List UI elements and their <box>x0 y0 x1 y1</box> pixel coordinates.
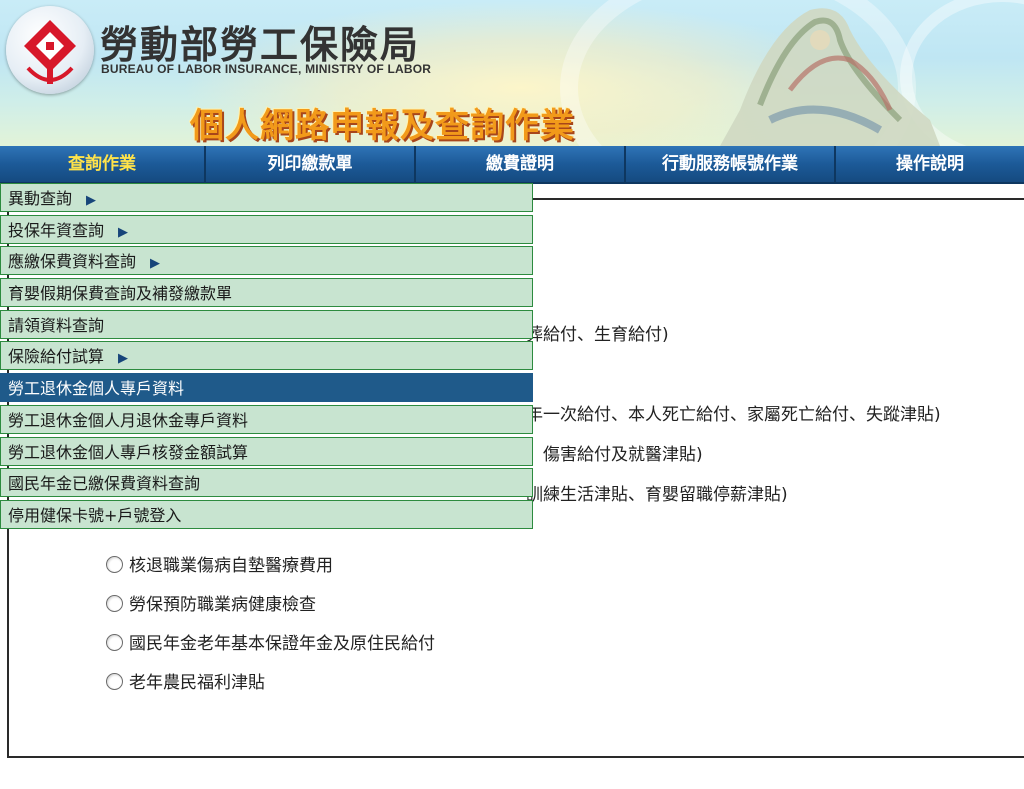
menu-item-benefit-calculation[interactable]: 保險給付試算 ▶ <box>0 341 533 371</box>
menu-item-change-query[interactable]: 異動查詢 ▶ <box>0 183 533 212</box>
menu-item-label: 投保年資查詢 <box>8 220 105 240</box>
menu-item-label: 勞工退休金個人月退休金專戶資料 <box>8 410 249 430</box>
radio-label: 核退職業傷病自墊醫療費用 <box>129 556 333 576</box>
nav-print-payment-slip[interactable]: 列印繳款單 <box>206 146 416 182</box>
submenu-arrow-icon: ▶ <box>118 224 129 240</box>
app-title: 個人網路申報及查詢作業 <box>190 106 575 146</box>
header-banner: 勞動部勞工保險局 BUREAU OF LABOR INSURANCE, MINI… <box>0 0 1024 146</box>
radio-label: 勞保預防職業病健康檢查 <box>129 595 316 615</box>
radio-button-icon[interactable] <box>106 672 123 690</box>
radio-button-icon[interactable] <box>106 633 123 651</box>
radio-button-icon[interactable] <box>106 594 123 612</box>
benefit-option-text: 訓練生活津貼、育嬰留職停薪津貼) <box>526 485 788 505</box>
menu-item-national-pension-paid[interactable]: 國民年金已繳保費資料查詢 <box>0 468 533 498</box>
query-dropdown-menu: 異動查詢 ▶ 投保年資查詢 ▶ 應繳保費資料查詢 ▶ 育嬰假期保費查詢及補發繳款單 請… <box>0 183 533 532</box>
menu-item-label: 請領資料查詢 <box>8 315 105 335</box>
org-name-english: BUREAU OF LABOR INSURANCE, MINISTRY OF L… <box>101 62 432 76</box>
menu-item-label: 異動查詢 <box>8 189 73 208</box>
radio-label: 老年農民福利津貼 <box>129 673 265 693</box>
menu-item-pension-payout-calc[interactable]: 勞工退休金個人專戶核發金額試算 <box>0 436 533 466</box>
bli-logo-icon[interactable] <box>6 6 94 94</box>
menu-item-label: 應繳保費資料查詢 <box>8 252 137 272</box>
submenu-arrow-icon: ▶ <box>118 351 129 367</box>
menu-item-parental-leave-premium[interactable]: 育嬰假期保費查詢及補發繳款單 <box>0 278 533 308</box>
menu-item-monthly-pension-account[interactable]: 勞工退休金個人月退休金專戶資料 <box>0 404 533 434</box>
menu-item-label: 勞工退休金個人專戶資料 <box>8 379 185 399</box>
org-name: 勞動部勞工保險局 <box>100 22 421 67</box>
benefit-option-text: 年一次給付、本人死亡給付、家屬死亡給付、失蹤津貼) <box>526 405 941 425</box>
menu-item-label: 勞工退休金個人專戶核發金額試算 <box>8 442 249 462</box>
banner-figure-illustration <box>720 8 940 146</box>
nav-mobile-account[interactable]: 行動服務帳號作業 <box>626 146 836 182</box>
menu-item-label: 停用健保卡號+戶號登入 <box>8 505 182 525</box>
menu-item-claim-query[interactable]: 請領資料查詢 <box>0 309 533 339</box>
submenu-arrow-icon: ▶ <box>150 256 161 272</box>
radio-label: 國民年金老年基本保證年金及原住民給付 <box>129 634 435 654</box>
nav-instructions[interactable]: 操作說明 <box>836 146 1024 182</box>
nav-query[interactable]: 查詢作業 <box>0 146 206 182</box>
menu-item-label: 保險給付試算 <box>8 347 105 367</box>
radio-option-medical-refund[interactable]: 核退職業傷病自墊醫療費用 <box>106 553 333 579</box>
menu-item-disable-nhi-login[interactable]: 停用健保卡號+戶號登入 <box>0 499 533 529</box>
benefit-option-text: 、傷害給付及就醫津貼) <box>526 445 703 465</box>
nav-payment-certificate[interactable]: 繳費證明 <box>416 146 626 182</box>
submenu-arrow-icon: ▶ <box>86 193 97 208</box>
menu-item-label: 育嬰假期保費查詢及補發繳款單 <box>8 284 233 304</box>
benefit-option-text: 葬給付、生育給付) <box>526 325 669 345</box>
radio-option-national-pension[interactable]: 國民年金老年基本保證年金及原住民給付 <box>106 631 435 657</box>
menu-item-pension-account[interactable]: 勞工退休金個人專戶資料 <box>0 373 533 403</box>
menu-item-premium-due[interactable]: 應繳保費資料查詢 ▶ <box>0 246 533 276</box>
top-navigation: 查詢作業 列印繳款單 繳費證明 行動服務帳號作業 操作說明 <box>0 146 1024 184</box>
radio-option-health-check[interactable]: 勞保預防職業病健康檢查 <box>106 592 316 618</box>
menu-item-insured-years[interactable]: 投保年資查詢 ▶ <box>0 214 533 244</box>
radio-option-farmer-allowance[interactable]: 老年農民福利津貼 <box>106 670 265 696</box>
radio-button-icon[interactable] <box>106 555 123 573</box>
menu-item-label: 國民年金已繳保費資料查詢 <box>8 474 201 494</box>
